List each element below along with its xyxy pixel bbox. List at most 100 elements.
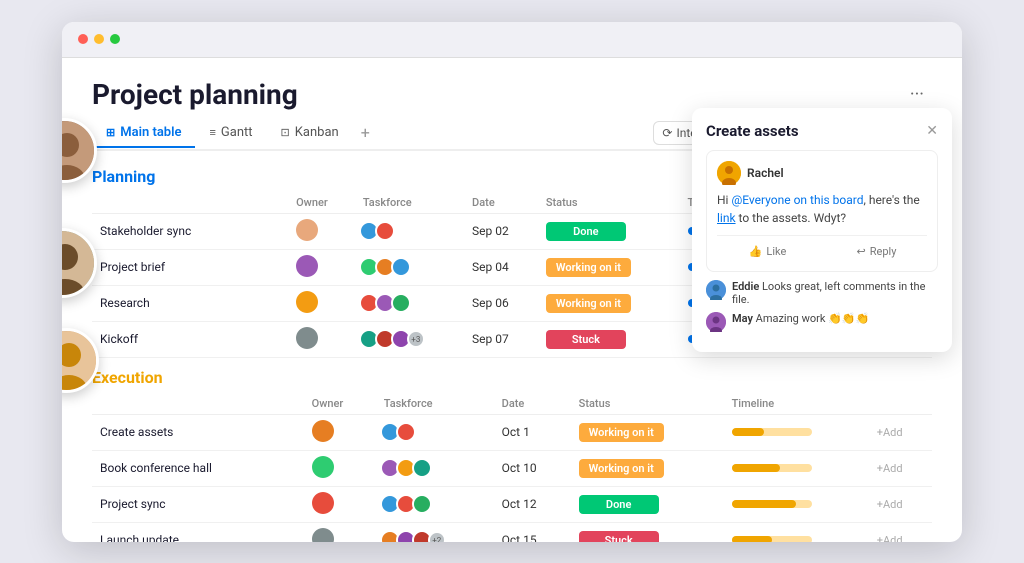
rachel-avatar — [717, 161, 741, 185]
tab-gantt[interactable]: ≡ Gantt — [195, 119, 266, 148]
comment-mention[interactable]: @Everyone on this board — [731, 193, 863, 207]
owner-cell — [304, 486, 376, 522]
minimize-dot[interactable] — [94, 34, 104, 44]
more-options-button[interactable]: ··· — [902, 80, 932, 109]
taskforce-cell — [355, 213, 464, 249]
owner-cell — [304, 414, 376, 450]
page-title: Project planning — [92, 78, 298, 111]
table-row[interactable]: Launch update +2 Oct 15 Stuck — [92, 522, 932, 542]
table-row[interactable]: Book conference hall Oct 10 Working on i… — [92, 450, 932, 486]
main-comment-block: Rachel Hi @Everyone on this board, here'… — [706, 150, 938, 272]
main-content: Project planning ··· ⊞ Main table ≡ Gant… — [62, 58, 962, 542]
popup-header: Create assets ✕ — [706, 122, 938, 140]
taskforce-cell — [376, 450, 494, 486]
status-badge: Stuck — [546, 330, 626, 349]
task-name: Project sync — [92, 486, 304, 522]
add-cell[interactable]: +Add — [869, 414, 932, 450]
date-cell: Oct 10 — [494, 450, 571, 486]
col-owner: Owner — [288, 192, 355, 214]
tab-main-table-label: Main table — [120, 125, 181, 140]
status-cell: Working on it — [571, 450, 724, 486]
execution-title: Execution — [92, 368, 932, 387]
date-cell: Sep 06 — [464, 285, 538, 321]
kanban-icon: ⊡ — [281, 126, 290, 139]
reply-text: Eddie Looks great, left comments in the … — [732, 280, 938, 306]
task-name: Kickoff — [92, 321, 288, 357]
owner-cell — [304, 522, 376, 542]
status-cell: Done — [538, 213, 680, 249]
integrate-icon: ⟳ — [662, 126, 672, 140]
tab-main-table[interactable]: ⊞ Main table — [92, 119, 195, 148]
comment-link[interactable]: link — [717, 211, 736, 225]
execution-table: Owner Taskforce Date Status Timeline Cre… — [92, 393, 932, 542]
col-date: Date — [464, 192, 538, 214]
like-button[interactable]: 👍 Like — [717, 242, 818, 261]
taskforce-cell — [355, 285, 464, 321]
status-cell: Done — [571, 486, 724, 522]
taskforce-cell — [376, 414, 494, 450]
reply-text: May Amazing work 👏👏👏 — [732, 312, 869, 325]
maximize-dot[interactable] — [110, 34, 120, 44]
comment-text: Hi @Everyone on this board, here's the l… — [717, 191, 927, 227]
reply-button[interactable]: ↩ Reply — [826, 242, 927, 261]
gantt-icon: ≡ — [209, 126, 215, 139]
taskforce-cell: +2 — [376, 522, 494, 542]
col-date: Date — [494, 393, 571, 415]
add-cell[interactable]: +Add — [869, 522, 932, 542]
header-actions: ··· — [902, 80, 932, 109]
commenter-name: Rachel — [747, 166, 784, 180]
comment-text-before: Hi — [717, 193, 731, 207]
tab-kanban[interactable]: ⊡ Kanban — [267, 119, 353, 148]
owner-cell — [288, 249, 355, 285]
owner-cell — [288, 321, 355, 357]
add-tab-button[interactable]: + — [353, 119, 378, 146]
tab-gantt-label: Gantt — [221, 125, 253, 140]
status-cell: Working on it — [538, 285, 680, 321]
task-name: Project brief — [92, 249, 288, 285]
task-name: Stakeholder sync — [92, 213, 288, 249]
col-task — [92, 192, 288, 214]
like-label: Like — [766, 245, 786, 258]
col-owner: Owner — [304, 393, 376, 415]
owner-cell — [288, 213, 355, 249]
status-badge: Done — [546, 222, 626, 241]
status-cell: Stuck — [571, 522, 724, 542]
timeline-cell — [724, 450, 869, 486]
tab-kanban-label: Kanban — [295, 125, 339, 140]
popup-title: Create assets — [706, 122, 799, 140]
timeline-cell — [724, 414, 869, 450]
reply-may: May Amazing work 👏👏👏 — [706, 312, 938, 332]
taskforce-cell — [376, 486, 494, 522]
date-cell: Sep 04 — [464, 249, 538, 285]
commenter-row: Rachel — [717, 161, 927, 185]
close-dot[interactable] — [78, 34, 88, 44]
status-cell: Stuck — [538, 321, 680, 357]
status-badge: Done — [579, 495, 659, 514]
table-row[interactable]: Project sync Oct 12 Done +Add — [92, 486, 932, 522]
add-cell[interactable]: +Add — [869, 486, 932, 522]
col-status: Status — [538, 192, 680, 214]
comment-actions: 👍 Like ↩ Reply — [717, 235, 927, 261]
timeline-cell — [724, 486, 869, 522]
title-bar — [62, 22, 962, 58]
date-cell: Oct 12 — [494, 486, 571, 522]
table-row[interactable]: Create assets Oct 1 Working on it +Add — [92, 414, 932, 450]
comment-text-after: , here's the — [864, 193, 920, 207]
add-cell[interactable]: +Add — [869, 450, 932, 486]
status-badge: Working on it — [546, 258, 631, 277]
date-cell: Sep 07 — [464, 321, 538, 357]
execution-section: Execution Owner Taskforce Date Status Ti… — [92, 368, 932, 542]
like-icon: 👍 — [749, 245, 763, 258]
page-header: Project planning ··· — [92, 78, 932, 111]
execution-header-row: Owner Taskforce Date Status Timeline — [92, 393, 932, 415]
close-popup-button[interactable]: ✕ — [926, 123, 938, 139]
comment-text-end: to the assets. Wdyt? — [736, 211, 847, 225]
reply-icon: ↩ — [857, 245, 866, 258]
col-add — [869, 393, 932, 415]
timeline-cell — [724, 522, 869, 542]
status-cell: Working on it — [538, 249, 680, 285]
date-cell: Oct 1 — [494, 414, 571, 450]
date-cell: Oct 15 — [494, 522, 571, 542]
col-status: Status — [571, 393, 724, 415]
reply-label: Reply — [870, 245, 897, 258]
